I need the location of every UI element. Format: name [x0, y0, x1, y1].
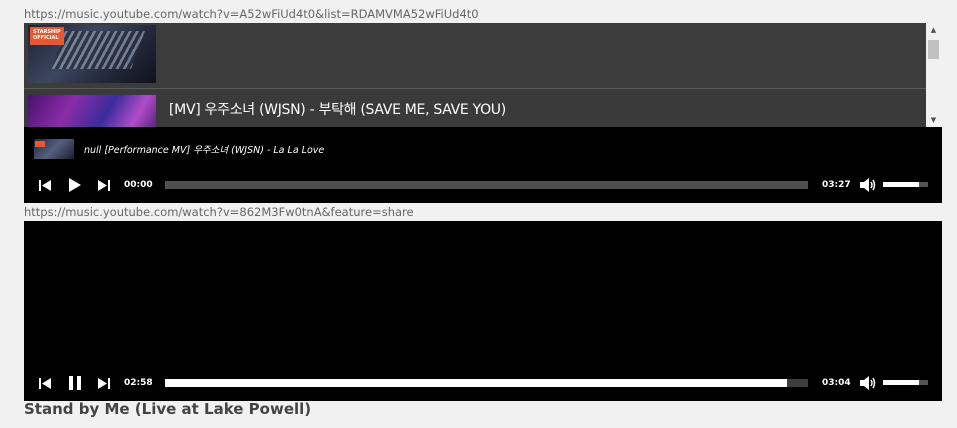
volume-level	[883, 182, 919, 187]
scroll-up-arrow-icon[interactable]: ▲	[926, 23, 941, 37]
volume-slider[interactable]	[883, 182, 928, 187]
playlist-item[interactable]: [MV] 우주소녀 (WJSN) - 부탁해 (SAVE ME, SAVE YO…	[24, 91, 926, 127]
volume-slider[interactable]	[883, 380, 928, 385]
duration: 03:27	[822, 180, 851, 190]
audio-player-2: 02:58 03:04	[24, 221, 942, 401]
duration: 03:04	[822, 378, 851, 388]
volume-level	[883, 380, 919, 385]
current-time: 02:58	[124, 378, 153, 388]
now-playing-thumbnail	[34, 139, 74, 159]
playlist-scrollbar[interactable]: ▲ ▼	[926, 23, 941, 127]
volume-icon[interactable]	[859, 373, 877, 393]
seek-bar[interactable]	[165, 379, 808, 387]
next-track-icon[interactable]	[97, 175, 111, 195]
scrollbar-thumb[interactable]	[928, 40, 939, 59]
next-track-icon[interactable]	[97, 373, 111, 393]
playlist-item-title: [MV] 우주소녀 (WJSN) - 부탁해 (SAVE ME, SAVE YO…	[169, 102, 506, 118]
playlist[interactable]: STARSHIP OFFICIAL [MV] 우주소녀 (WJSN) - 부탁해…	[24, 23, 926, 127]
player-controls: 00:00 03:27	[24, 175, 942, 195]
thumbnail-art	[51, 31, 145, 69]
previous-track-icon[interactable]	[38, 175, 52, 195]
player-controls: 02:58 03:04	[24, 373, 942, 393]
song-title: Stand by Me (Live at Lake Powell)	[24, 400, 312, 418]
current-time: 00:00	[124, 180, 153, 190]
now-playing: null [Performance MV] 우주소녀 (WJSN) - La L…	[34, 139, 324, 159]
playlist-thumbnail: STARSHIP OFFICIAL	[28, 25, 156, 83]
starship-logo: STARSHIP OFFICIAL	[30, 27, 64, 45]
playlist-thumbnail	[28, 95, 156, 127]
now-playing-title: null [Performance MV] 우주소녀 (WJSN) - La L…	[84, 145, 325, 156]
play-icon[interactable]	[67, 175, 83, 195]
seek-bar-progress	[165, 379, 787, 387]
scroll-down-arrow-icon[interactable]: ▼	[926, 113, 941, 127]
audio-player-1: null [Performance MV] 우주소녀 (WJSN) - La L…	[24, 127, 942, 203]
player2-url: https://music.youtube.com/watch?v=862M3F…	[24, 205, 414, 219]
pause-icon[interactable]	[67, 373, 83, 393]
previous-track-icon[interactable]	[38, 373, 52, 393]
playlist-item[interactable]: STARSHIP OFFICIAL	[24, 23, 926, 89]
seek-bar[interactable]	[165, 181, 808, 189]
player1-url: https://music.youtube.com/watch?v=A52wFi…	[24, 7, 479, 21]
volume-icon[interactable]	[859, 175, 877, 195]
starship-logo	[35, 141, 45, 147]
